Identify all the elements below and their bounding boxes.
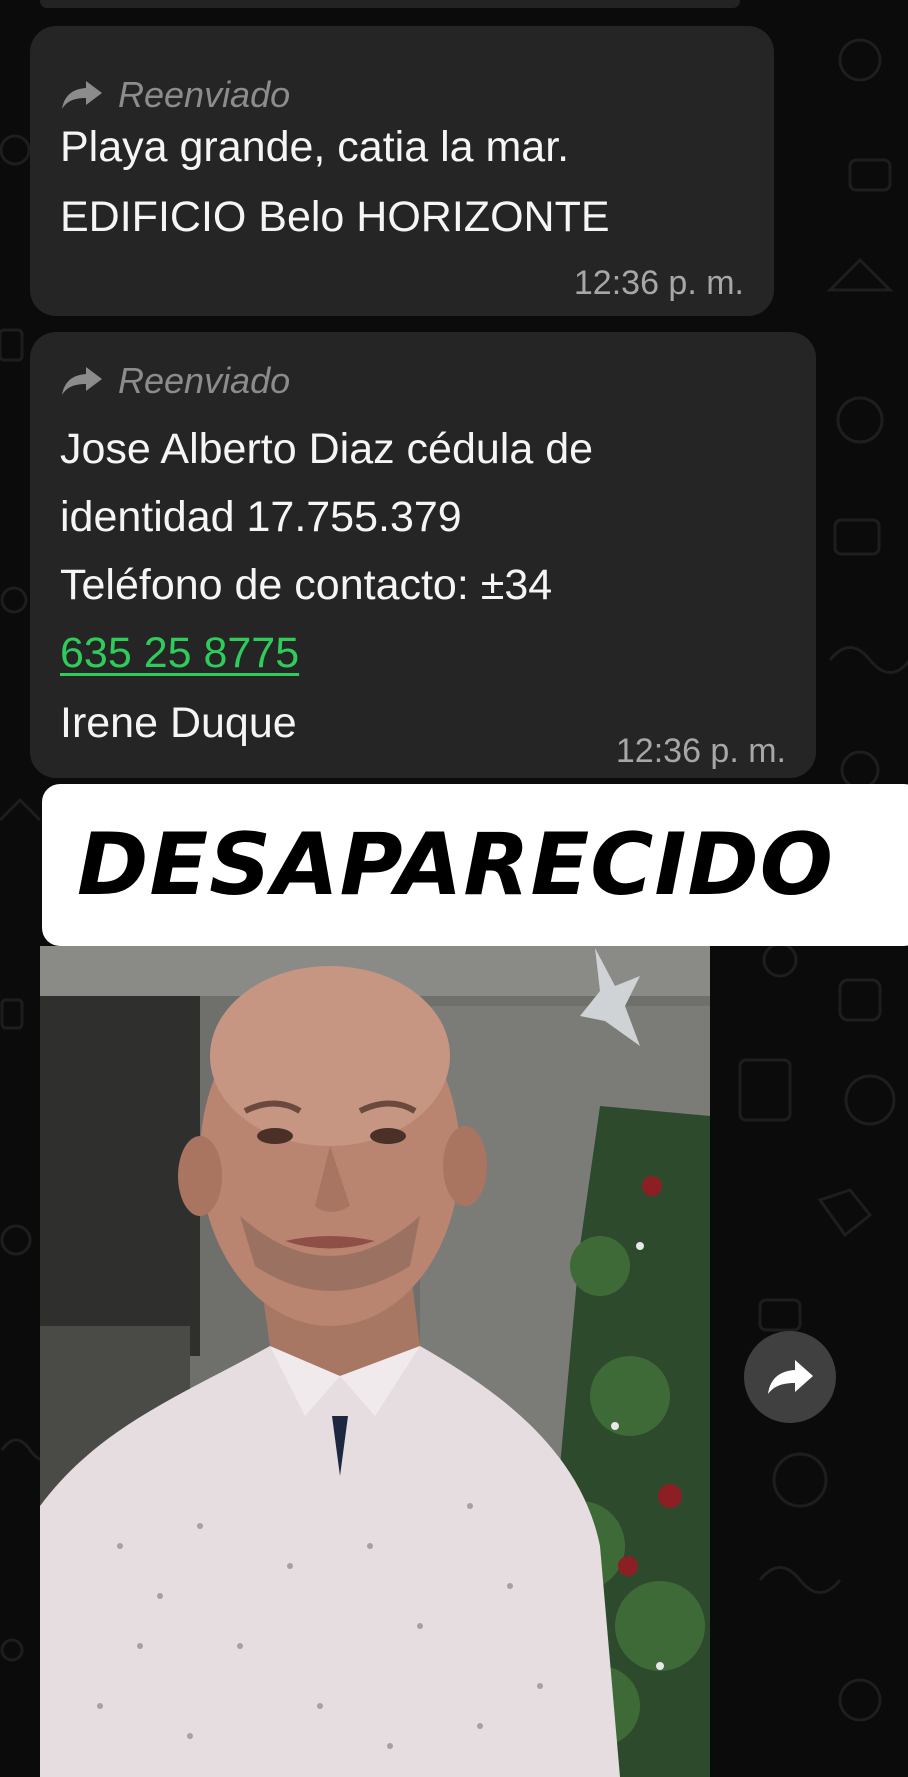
message-text-line: Irene Duque: [60, 699, 297, 747]
forwarded-arrow-icon: [62, 81, 102, 109]
forwarded-arrow-icon: [62, 367, 102, 395]
previous-message-edge: [40, 0, 740, 8]
forwarded-indicator: Reenviado: [60, 360, 290, 402]
message-bubble[interactable]: Reenviado Jose Alberto Diaz cédula de id…: [30, 332, 816, 778]
forwarded-indicator: Reenviado: [60, 74, 290, 116]
person-photo-illustration: [40, 946, 710, 1777]
missing-person-banner: DESAPARECIDO: [42, 784, 908, 946]
forwarded-label: Reenviado: [118, 74, 291, 115]
message-text-line: EDIFICIO Belo HORIZONTE: [60, 193, 610, 241]
message-text-line: identidad 17.755.379: [60, 493, 462, 541]
message-text-line: Playa grande, catia la mar.: [60, 123, 570, 171]
banner-text: DESAPARECIDO: [77, 815, 834, 915]
forward-share-icon: [768, 1360, 813, 1394]
forwarded-label: Reenviado: [118, 360, 291, 401]
missing-person-photo[interactable]: [40, 946, 710, 1777]
message-text-line: Jose Alberto Diaz cédula de: [60, 425, 594, 473]
message-timestamp: 12:36 p. m.: [573, 264, 744, 302]
phone-number-link[interactable]: 635 25 8775: [60, 632, 299, 675]
forward-button[interactable]: [744, 1331, 836, 1423]
message-timestamp: 12:36 p. m.: [615, 732, 786, 770]
message-text-line: Teléfono de contacto: ±34: [60, 561, 553, 609]
message-bubble[interactable]: Reenviado Playa grande, catia la mar. ED…: [30, 26, 774, 316]
